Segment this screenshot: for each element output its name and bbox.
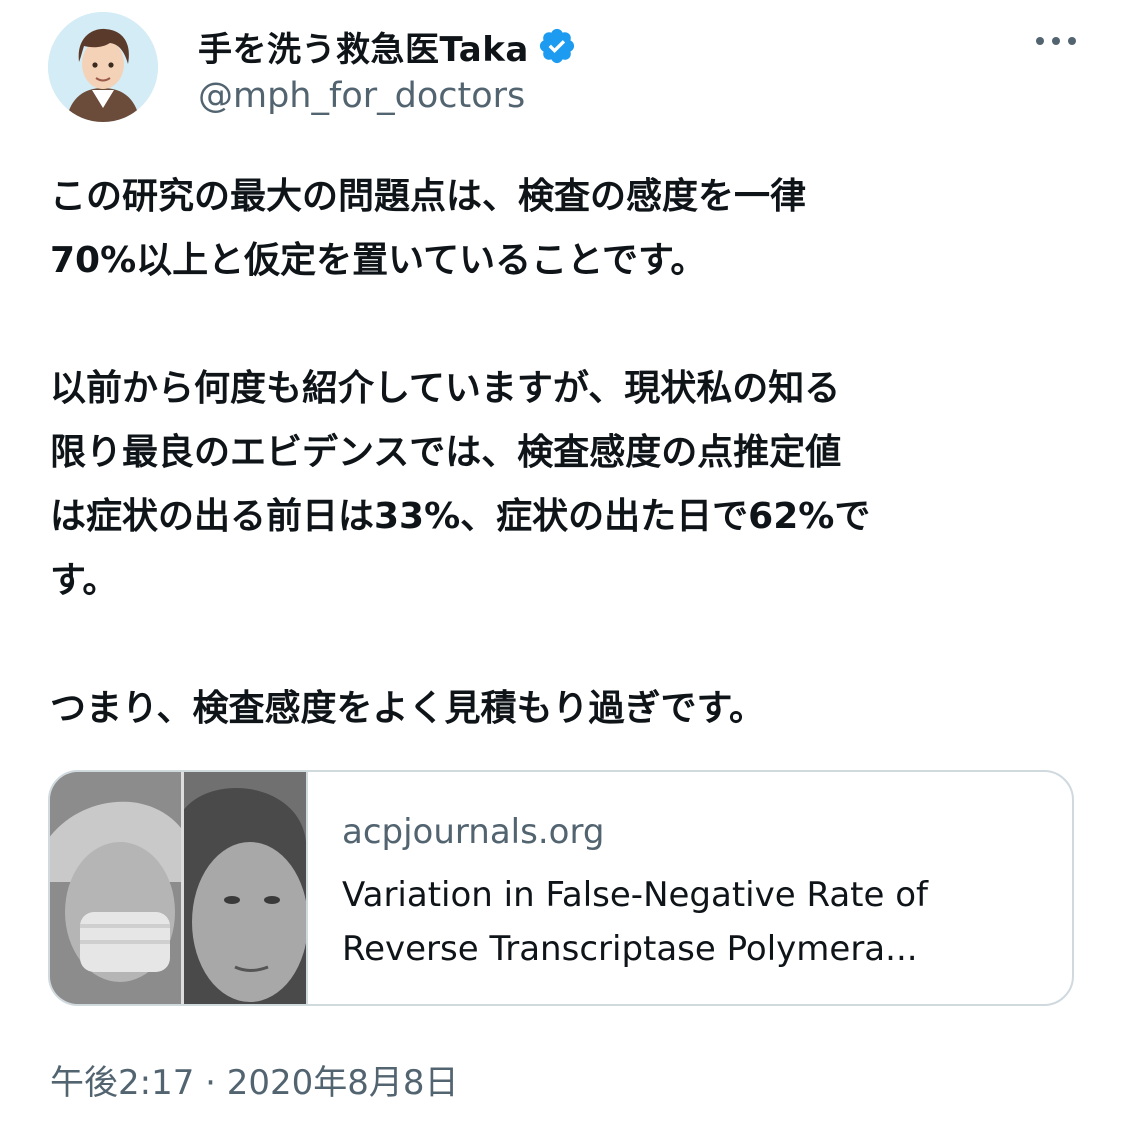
tweet-line: つまり、検査感度をよく見積もり過ぎです。 xyxy=(50,688,765,729)
verified-badge-icon xyxy=(539,28,574,64)
link-preview-card[interactable]: acpjournals.org Variation in False-Negat… xyxy=(48,770,1074,1006)
link-title-line: Variation in False-Negative Rate of xyxy=(342,875,929,915)
tweet-text: この研究の最大の問題点は、検査の感度を一律 70%以上と仮定を置いていることです… xyxy=(50,165,1080,741)
link-domain: acpjournals.org xyxy=(342,812,605,852)
link-title-line: Reverse Transcriptase Polymera... xyxy=(342,929,918,969)
link-thumbnail-image xyxy=(50,772,306,1004)
author-display-name[interactable]: 手を洗う救急医Taka xyxy=(198,22,529,71)
tweet-paragraph-3: つまり、検査感度をよく見積もり過ぎです。 xyxy=(50,677,1080,741)
more-options-icon[interactable] xyxy=(1032,26,1080,56)
tweet-line: 以前から何度も紹介していますが、現状私の知る xyxy=(50,368,841,409)
tweet-line: 限り最良のエビデンスでは、検査感度の点推定値 xyxy=(50,432,842,473)
tweet-line: す。 xyxy=(50,560,119,601)
tweet-paragraph-2: 以前から何度も紹介していますが、現状私の知る 限り最良のエビデンスでは、検査感度… xyxy=(50,357,1080,613)
tweet-line: 70%以上と仮定を置いていることです。 xyxy=(50,240,707,281)
avatar[interactable] xyxy=(48,12,158,122)
avatar-illustration xyxy=(48,12,158,122)
tweet-line: は症状の出る前日は33%、症状の出た日で62%で xyxy=(50,496,871,537)
link-title: Variation in False-Negative Rate of Reve… xyxy=(342,868,1052,976)
author-name-row: 手を洗う救急医Taka xyxy=(198,20,577,72)
author-handle[interactable]: @mph_for_doctors xyxy=(198,76,525,116)
tweet-timestamp[interactable]: 午後2:17 · 2020年8月8日 xyxy=(50,1055,459,1104)
article-photo xyxy=(50,772,306,1004)
tweet-paragraph-1: この研究の最大の問題点は、検査の感度を一律 70%以上と仮定を置いていることです… xyxy=(50,165,1080,293)
tweet-header: 手を洗う救急医Taka @mph_for_doctors xyxy=(48,12,1088,122)
card-divider xyxy=(306,772,308,1004)
tweet-line: この研究の最大の問題点は、検査の感度を一律 xyxy=(50,176,807,217)
